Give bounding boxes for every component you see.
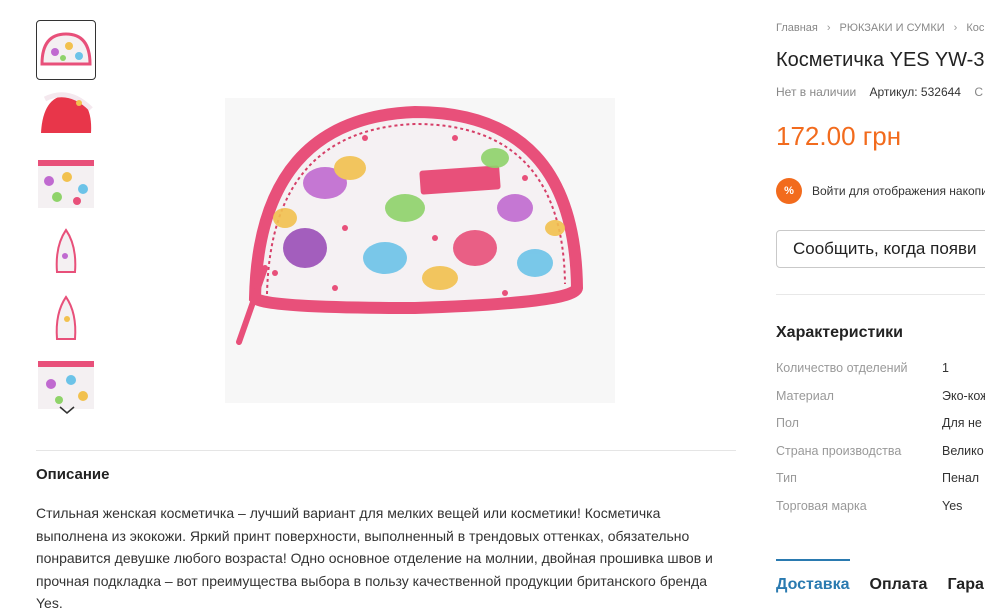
char-key: Страна производства <box>776 444 902 458</box>
char-value: Велико <box>942 444 984 458</box>
product-price: 172.00 грн <box>776 121 902 151</box>
breadcrumb: Главная › РЮКЗАКИ И СУМКИ › Кос <box>776 22 984 34</box>
char-key: Тип <box>776 471 797 485</box>
breadcrumb-category[interactable]: РЮКЗАКИ И СУМКИ <box>840 22 945 34</box>
characteristics-title: Характеристики <box>776 324 904 341</box>
thumbnail-2[interactable] <box>36 87 96 147</box>
section-divider <box>36 450 736 451</box>
thumbnail-4[interactable] <box>36 221 96 281</box>
thumbnail-5[interactable] <box>36 288 96 348</box>
product-info-panel: Главная › РЮКЗАКИ И СУМКИ › Кос Косметич… <box>776 0 985 611</box>
char-key: Торговая марка <box>776 499 867 513</box>
pouch-thumbnail-image <box>40 32 92 66</box>
char-row: Количество отделений 1 <box>776 361 985 375</box>
breadcrumb-home[interactable]: Главная <box>776 22 818 34</box>
char-row: Страна производства Велико <box>776 444 985 458</box>
char-row: Пол Для не <box>776 416 985 430</box>
sku-label: Артикул: <box>869 85 918 99</box>
availability-status: Нет в наличии <box>776 85 857 99</box>
meta-truncated: С <box>974 85 983 99</box>
char-value: Для не <box>942 416 982 430</box>
tab-delivery[interactable]: Доставка <box>776 576 850 594</box>
thumbnail-3[interactable] <box>36 154 96 214</box>
char-value: 1 <box>942 361 949 375</box>
cosmetic-bag-image <box>236 105 584 345</box>
char-value: Эко-кож <box>942 389 985 403</box>
chevron-down-icon[interactable] <box>56 400 78 420</box>
chevron-right-icon: › <box>953 22 958 34</box>
notify-when-available-button[interactable]: Сообщить, когда появи <box>776 230 985 268</box>
product-title: Косметичка YES YW-3 <box>776 49 985 71</box>
thumbnail-1[interactable] <box>36 20 96 80</box>
sku-value: 532644 <box>920 85 961 99</box>
description-title: Описание <box>36 466 110 483</box>
pouch-open-thumbnail-image <box>41 92 93 133</box>
pattern-thumbnail-image <box>38 160 94 208</box>
chevron-right-icon: › <box>826 22 831 34</box>
char-value: Yes <box>942 499 963 513</box>
thumbnail-list <box>36 20 96 422</box>
product-meta: Нет в наличии Артикул: 532644 С <box>776 85 983 99</box>
description-text: Стильная женская косметичка – лучший вар… <box>36 505 713 611</box>
char-row: Торговая марка Yes <box>776 499 985 513</box>
active-tab-indicator <box>776 559 850 561</box>
char-row: Тип Пенал <box>776 471 985 485</box>
panel-divider <box>776 294 985 295</box>
product-main-image <box>225 98 615 403</box>
char-row: Материал Эко-кож <box>776 389 985 403</box>
char-value: Пенал <box>942 471 980 485</box>
breadcrumb-subcategory[interactable]: Кос <box>966 22 984 34</box>
char-key: Количество отделений <box>776 361 908 375</box>
percent-badge-icon: % <box>776 178 802 204</box>
pouch-side-thumbnail-image <box>55 228 77 273</box>
loyalty-login-link[interactable]: Войти для отображения накопи <box>812 184 985 198</box>
tab-payment[interactable]: Оплата <box>870 576 928 594</box>
pouch-side-thumbnail-image-2 <box>55 295 77 340</box>
char-key: Материал <box>776 389 834 403</box>
loyalty-promo[interactable]: % Войти для отображения накопи <box>776 178 985 204</box>
char-key: Пол <box>776 416 799 430</box>
info-tabs: Доставка Оплата Гаран <box>776 576 985 594</box>
tab-warranty[interactable]: Гаран <box>947 576 985 594</box>
